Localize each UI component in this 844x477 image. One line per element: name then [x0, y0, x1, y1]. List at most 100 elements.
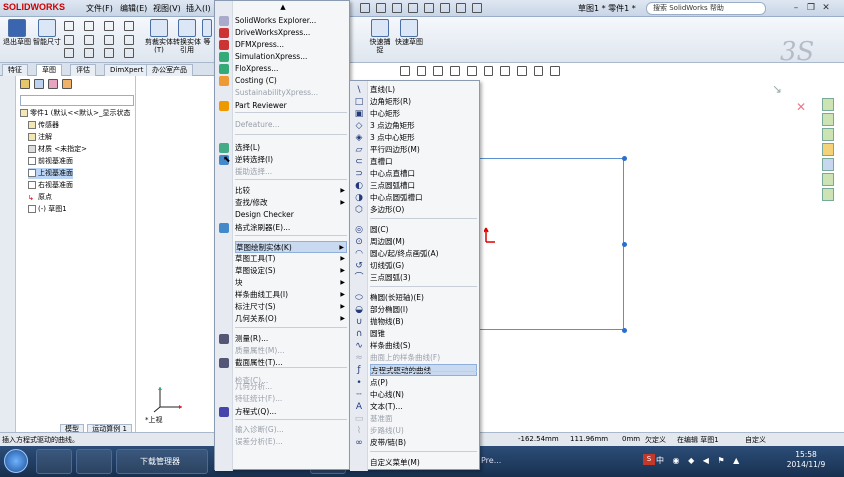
print-icon[interactable]	[408, 3, 418, 13]
submenu-item[interactable]: 文本(T)...	[370, 401, 477, 413]
minimize-icon[interactable]: –	[790, 2, 802, 14]
sketch-point[interactable]	[622, 242, 627, 247]
text-icon[interactable]	[124, 34, 134, 45]
submenu-item[interactable]: 中心矩形	[370, 108, 477, 120]
options-icon[interactable]	[472, 3, 482, 13]
tab-features[interactable]: 特征	[2, 64, 28, 76]
previous-view-icon[interactable]	[433, 66, 444, 76]
new-icon[interactable]	[360, 3, 370, 13]
menu-item[interactable]: DriveWorksXpress...	[235, 27, 347, 39]
submenu-item[interactable]: 三点圆弧槽口	[370, 180, 477, 192]
submenu-item[interactable]: 方程式驱动的曲线	[370, 364, 477, 376]
appearance-icon[interactable]	[516, 66, 527, 76]
menu-item[interactable]: 查找/修改 ▶	[235, 197, 347, 209]
exit-sketch-button[interactable]: 退出草图	[2, 19, 32, 61]
smart-dimension-button[interactable]: 智能尺寸	[32, 19, 62, 61]
tree-item-origin[interactable]: ↳ 原点	[28, 192, 52, 203]
menu-item[interactable]: 草图设定(S) ▶	[235, 265, 347, 277]
taskbar-app-paint[interactable]	[36, 449, 72, 474]
menu-insert[interactable]: 插入(I)	[186, 3, 211, 14]
submenu-item[interactable]: 中心点圆弧槽口	[370, 192, 477, 204]
submenu-item[interactable]: 圆锥	[370, 328, 477, 340]
zoom-fit-icon[interactable]	[400, 66, 410, 76]
file-explorer-icon[interactable]	[822, 128, 834, 141]
arc-icon[interactable]	[104, 21, 114, 31]
display-manager-icon[interactable]	[62, 79, 72, 89]
submenu-item[interactable]: 圆心/起/终点画弧(A)	[370, 248, 477, 260]
menu-item[interactable]: 方程式(Q)...	[235, 406, 347, 418]
ime-icon[interactable]: S	[643, 454, 655, 465]
menu-item[interactable]: 格式涂刷器(E)...	[235, 222, 347, 234]
submenu-item[interactable]: 中心线(N)	[370, 389, 477, 401]
menu-item[interactable]: Costing (C)	[235, 75, 347, 87]
feature-tree-icon[interactable]	[20, 79, 30, 89]
submenu-item[interactable]: 椭圆(长短轴)(E)	[370, 292, 477, 304]
menu-edit[interactable]: 编辑(E)	[120, 3, 147, 14]
submenu-item[interactable]: 多边形(O)	[370, 204, 477, 216]
resources-icon[interactable]	[822, 98, 834, 111]
submenu-item[interactable]: 样条曲线(S)	[370, 340, 477, 352]
taskbar-app-explorer[interactable]	[76, 449, 112, 474]
menu-item[interactable]: 草图绘制实体(K) ▶	[235, 241, 347, 253]
point-icon[interactable]	[104, 34, 114, 45]
tab-office[interactable]: 办公室产品	[146, 64, 193, 76]
menu-item[interactable]: 比较 ▶	[235, 185, 347, 197]
start-button[interactable]	[4, 449, 28, 473]
submenu-item[interactable]: 直槽口	[370, 156, 477, 168]
display-style-icon[interactable]	[483, 66, 494, 76]
view-orientation-icon[interactable]	[466, 66, 477, 76]
equal-button[interactable]: 等	[200, 19, 214, 61]
convert-entities-button[interactable]: 转换实体引用	[172, 19, 202, 61]
menu-item[interactable]: Design Checker	[235, 209, 347, 221]
menu-scroll-up-icon[interactable]: ▲	[219, 3, 347, 11]
sketch-point[interactable]	[622, 328, 627, 333]
custom-properties-icon[interactable]	[822, 173, 834, 186]
submenu-item[interactable]: 周边圆(M)	[370, 236, 477, 248]
cancel-corner-icon[interactable]: ✕	[796, 100, 806, 114]
rectangle-icon[interactable]	[64, 34, 74, 45]
config-manager-icon[interactable]	[48, 79, 58, 89]
menu-item[interactable]: DFMXpress...	[235, 39, 347, 51]
rapid-sketch-button[interactable]: 快速草图	[394, 19, 424, 61]
system-tray[interactable]: 中 ◉ ◆ ◀ ⚑ ▲	[656, 455, 742, 466]
section-view-icon[interactable]	[450, 66, 460, 76]
taskbar-pre-label[interactable]: Pre...	[481, 456, 501, 465]
view-settings-icon[interactable]	[550, 66, 561, 76]
undo-icon[interactable]	[424, 3, 434, 13]
open-icon[interactable]	[376, 3, 386, 13]
clock[interactable]: 15:58 2014/11/9	[782, 450, 830, 470]
submenu-item[interactable]: 直线(L)	[370, 84, 477, 96]
submenu-item[interactable]: 自定义菜单(M)	[370, 457, 477, 469]
menu-item[interactable]: Part Reviewer	[235, 100, 347, 112]
tab-sketch[interactable]: 草图	[36, 64, 62, 76]
menu-view[interactable]: 视图(V)	[153, 3, 181, 14]
submenu-item[interactable]: 部分椭圆(I)	[370, 304, 477, 316]
tree-item-right-plane[interactable]: 右视基准面	[28, 180, 73, 191]
polygon-icon[interactable]	[84, 48, 94, 59]
trim-button[interactable]: 剪裁实体(T)	[144, 19, 174, 61]
status-custom[interactable]: 自定义	[745, 435, 766, 445]
menu-item[interactable]: 标注尺寸(S) ▶	[235, 301, 347, 313]
submenu-item[interactable]: 平行四边形(M)	[370, 144, 477, 156]
view-palette-icon[interactable]	[822, 143, 834, 156]
menu-item[interactable]: SimulationXpress...	[235, 51, 347, 63]
submenu-item[interactable]: 三点圆弧(3)	[370, 272, 477, 284]
restore-icon[interactable]: ❐	[805, 2, 817, 14]
confirm-corner-icon[interactable]: ↘	[772, 82, 790, 98]
rapid-snap-button[interactable]: 快速捕捉	[368, 19, 392, 61]
design-library-icon[interactable]	[822, 113, 834, 126]
tree-item-top-plane[interactable]: 上视基准面	[28, 168, 73, 179]
tab-dimxpert[interactable]: DimXpert	[104, 64, 150, 76]
tree-item-sketch1[interactable]: (-) 草图1	[28, 204, 67, 215]
slot-icon[interactable]	[64, 48, 74, 59]
submenu-item[interactable]: 圆(C)	[370, 224, 477, 236]
submenu-item[interactable]: 边角矩形(R)	[370, 96, 477, 108]
hide-show-icon[interactable]	[500, 66, 510, 76]
tree-item-sensors[interactable]: 传感器	[28, 120, 59, 131]
menu-item[interactable]: 测量(R)...	[235, 333, 347, 345]
appearances-icon[interactable]	[822, 158, 834, 171]
help-search-input[interactable]: 搜索 SolidWorks 帮助	[646, 2, 766, 15]
submenu-item[interactable]: 皮带/链(B)	[370, 437, 477, 449]
tree-item-front-plane[interactable]: 前视基准面	[28, 156, 73, 167]
tab-evaluate[interactable]: 评估	[70, 64, 96, 76]
